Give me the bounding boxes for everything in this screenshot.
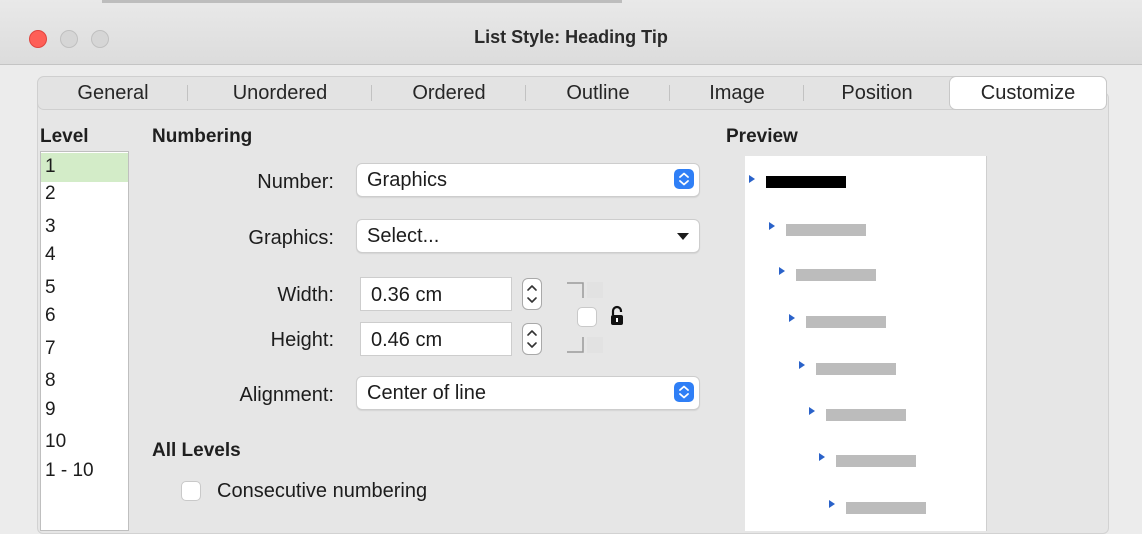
list-item[interactable]: 1 - 10 <box>41 457 128 486</box>
height-value: 0.46 cm <box>371 329 443 351</box>
height-stepper[interactable] <box>522 323 542 355</box>
tab-outline[interactable]: Outline <box>526 77 670 109</box>
alignment-select[interactable]: Center of line <box>356 376 700 410</box>
width-field[interactable]: 0.36 cm <box>360 277 512 311</box>
list-item[interactable]: 4 <box>41 241 128 270</box>
list-item-label: 8 <box>45 370 56 391</box>
window-title: List Style: Heading Tip <box>474 27 668 47</box>
tab-label: Unordered <box>232 82 328 104</box>
bullet-icon <box>769 222 775 230</box>
tab-label: General <box>77 82 149 104</box>
chevron-down-icon <box>677 233 689 240</box>
tab-image[interactable]: Image <box>670 77 804 109</box>
list-item-label: 5 <box>45 277 56 298</box>
graphics-dropdown-value: Select... <box>367 225 440 247</box>
preview-line <box>836 455 916 467</box>
preview-line <box>786 224 866 236</box>
all-levels-heading: All Levels <box>152 440 241 461</box>
alignment-label: Alignment: <box>239 384 335 406</box>
list-item-label: 4 <box>45 244 56 265</box>
popup-stepper-icon <box>674 169 694 189</box>
list-item-label: 1 - 10 <box>45 460 94 481</box>
list-item-label: 2 <box>45 183 56 204</box>
bullet-icon <box>809 407 815 415</box>
height-label: Height: <box>270 329 334 351</box>
width-label: Width: <box>277 284 334 306</box>
tab-label: Position <box>841 82 913 104</box>
link-bracket-bottom <box>565 336 605 354</box>
preview-line <box>846 502 926 514</box>
list-item[interactable]: 6 <box>41 302 128 331</box>
number-label: Number: <box>257 171 334 193</box>
underlying-window-edge <box>102 0 622 3</box>
consecutive-numbering-label: Consecutive numbering <box>217 480 428 502</box>
list-item[interactable]: 3 <box>41 213 128 242</box>
number-select-value: Graphics <box>367 169 448 191</box>
list-item[interactable]: 2 <box>41 180 128 209</box>
list-item[interactable]: 9 <box>41 396 128 425</box>
tab-ordered[interactable]: Ordered <box>372 77 526 109</box>
numbering-heading: Numbering <box>152 126 253 147</box>
graphics-dropdown[interactable]: Select... <box>356 219 700 253</box>
list-item-label: 3 <box>45 216 56 237</box>
width-value: 0.36 cm <box>371 284 443 306</box>
alignment-select-value: Center of line <box>367 382 486 404</box>
dialog-window: List Style: Heading Tip General Unordere… <box>0 0 1142 534</box>
height-field[interactable]: 0.46 cm <box>360 322 512 356</box>
bullet-icon <box>829 500 835 508</box>
tab-bar: General Unordered Ordered Outline Image … <box>37 76 1107 110</box>
bullet-icon <box>799 361 805 369</box>
bullet-icon <box>749 175 755 183</box>
preview-pane <box>745 156 987 531</box>
list-item-label: 10 <box>45 431 67 452</box>
tab-general[interactable]: General <box>38 77 188 109</box>
preview-line <box>816 363 896 375</box>
list-item-label: 1 <box>45 156 56 177</box>
tab-position[interactable]: Position <box>804 77 950 109</box>
tab-unordered[interactable]: Unordered <box>188 77 372 109</box>
bullet-icon <box>789 314 795 322</box>
link-bracket-top <box>565 281 605 299</box>
preview-line <box>806 316 886 328</box>
list-item[interactable]: 7 <box>41 335 128 364</box>
level-heading: Level <box>40 126 89 147</box>
tab-customize[interactable]: Customize <box>950 77 1106 109</box>
graphics-label: Graphics: <box>248 227 334 249</box>
tab-label: Ordered <box>412 82 486 104</box>
bullet-icon <box>819 453 825 461</box>
keep-ratio-checkbox[interactable] <box>577 307 597 327</box>
list-item[interactable]: 1 <box>41 153 128 182</box>
tab-label: Outline <box>566 82 630 104</box>
unlocked-icon <box>609 305 625 327</box>
preview-heading: Preview <box>726 126 798 147</box>
tab-label: Image <box>709 82 765 104</box>
list-item[interactable]: 10 <box>41 428 128 457</box>
list-item-label: 9 <box>45 399 56 420</box>
preview-line <box>796 269 876 281</box>
number-select[interactable]: Graphics <box>356 163 700 197</box>
preview-line-active <box>766 176 846 188</box>
title-bar: List Style: Heading Tip <box>0 0 1142 65</box>
list-item[interactable]: 8 <box>41 367 128 396</box>
list-item-label: 7 <box>45 338 56 359</box>
consecutive-numbering-checkbox[interactable] <box>181 481 201 501</box>
list-item-label: 6 <box>45 305 56 326</box>
tab-label: Customize <box>980 82 1076 104</box>
width-stepper[interactable] <box>522 278 542 310</box>
popup-stepper-icon <box>674 382 694 402</box>
preview-line <box>826 409 906 421</box>
list-item[interactable]: 5 <box>41 274 128 303</box>
bullet-icon <box>779 267 785 275</box>
level-list[interactable]: 1 2 3 4 5 6 7 8 9 10 1 - 10 <box>40 151 129 531</box>
